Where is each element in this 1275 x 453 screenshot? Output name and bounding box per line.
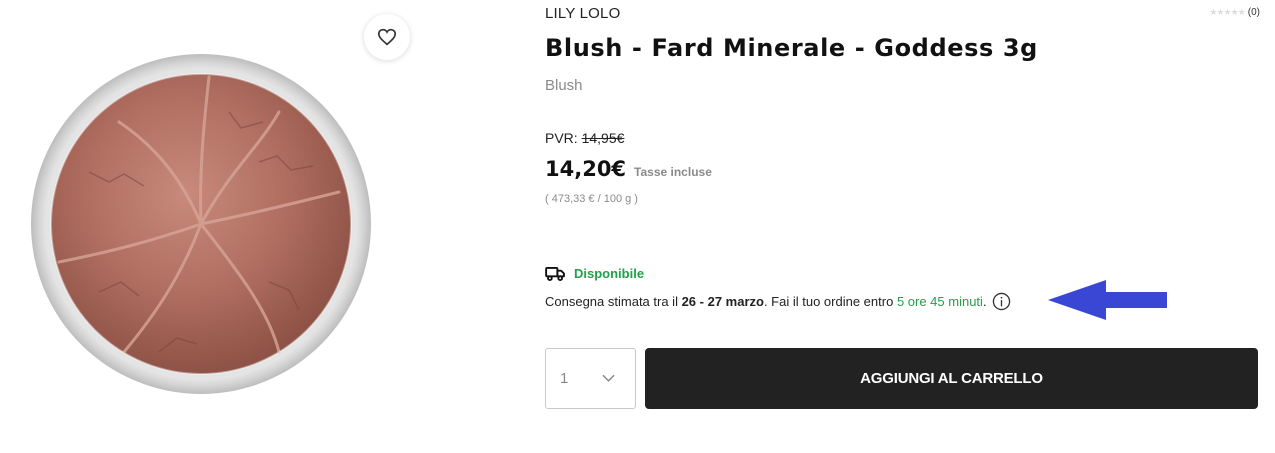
delivery-countdown: 5 ore 45 minuti — [896, 294, 983, 309]
price-row: 14,20€ Tasse incluse — [545, 157, 712, 181]
delivery-prefix: Consegna stimata tra il — [545, 294, 678, 309]
tax-label: Tasse incluse — [634, 165, 712, 179]
rating-stars: ★★★★★ — [1209, 7, 1245, 17]
availability: Disponibile — [545, 266, 644, 281]
brand-name[interactable]: LILY LOLO — [545, 5, 620, 22]
rating-count: (0) — [1247, 7, 1260, 18]
product-title: Blush - Fard Minerale - Goddess 3g — [545, 34, 1038, 62]
old-price: 14,95€ — [581, 130, 625, 146]
product-category: Blush — [545, 77, 583, 94]
quantity-value: 1 — [560, 370, 569, 387]
product-gallery — [0, 0, 430, 453]
rating[interactable]: ★★★★★ (0) — [1209, 7, 1260, 18]
chevron-down-icon — [602, 374, 615, 382]
truck-icon — [545, 266, 565, 281]
availability-status: Disponibile — [574, 266, 645, 281]
info-icon[interactable] — [992, 292, 1011, 311]
product-image[interactable] — [29, 52, 373, 396]
delivery-dates: 26 - 27 marzo — [681, 294, 764, 309]
current-price: 14,20€ — [545, 157, 627, 181]
heart-icon — [377, 28, 397, 46]
quantity-select[interactable]: 1 — [545, 348, 636, 409]
wishlist-button[interactable] — [364, 14, 410, 60]
arrow-left-icon — [1048, 280, 1167, 320]
delivery-suffix: . — [982, 294, 987, 309]
pvr-label: PVR: — [545, 130, 578, 146]
delivery-estimate: Consegna stimata tra il 26 - 27 marzo. F… — [545, 292, 1011, 311]
delivery-middle: . Fai il tuo ordine entro — [763, 294, 894, 309]
pvr-price: PVR: 14,95€ — [545, 130, 624, 146]
add-to-cart-button[interactable]: AGGIUNGI AL CARRELLO — [645, 348, 1258, 409]
product-info: LILY LOLO ★★★★★ (0) Blush - Fard Mineral… — [545, 0, 1260, 453]
unit-price: ( 473,33 € / 100 g ) — [545, 193, 638, 205]
